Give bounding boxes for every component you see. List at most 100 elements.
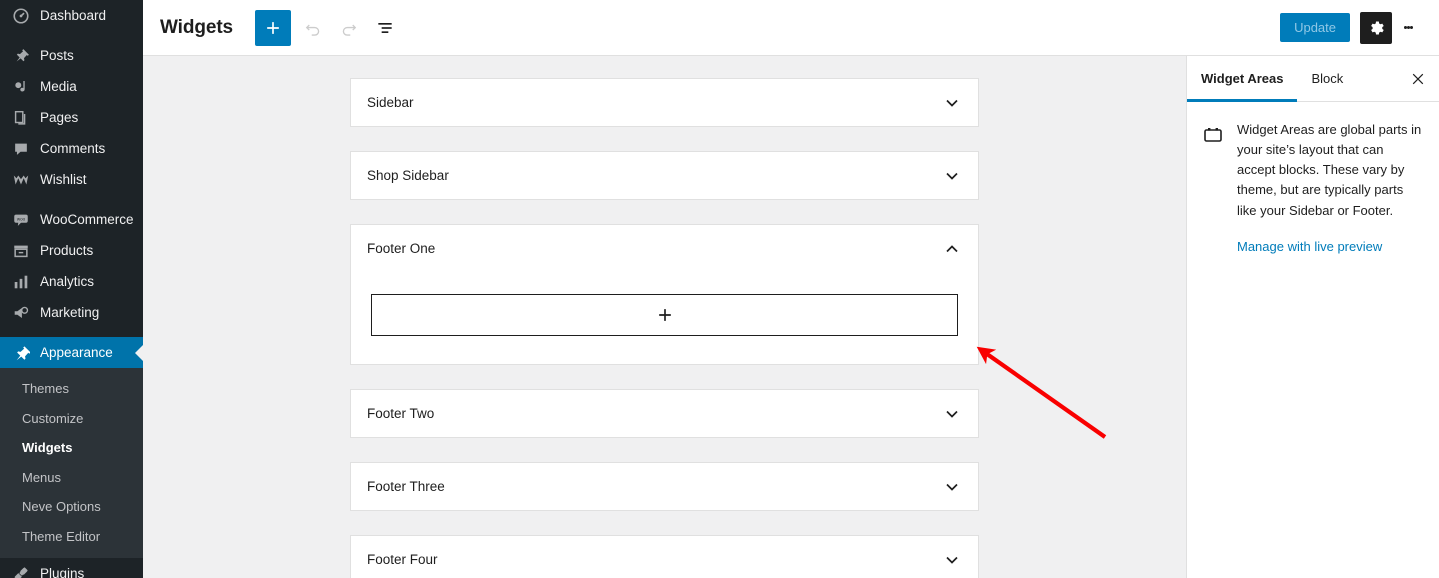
sidebar-item-wishlist[interactable]: Wishlist bbox=[0, 164, 143, 195]
widget-area-footer-four: Footer Four bbox=[350, 535, 979, 578]
close-icon[interactable] bbox=[1397, 56, 1439, 101]
widgets-canvas: Sidebar Shop Sidebar Footer One Footer Two F… bbox=[143, 56, 1186, 578]
sidebar-item-appearance[interactable]: Appearance bbox=[0, 337, 143, 368]
admin-sidebar: Dashboard Posts Media Pages Comments Wishlist… bbox=[0, 0, 143, 578]
appearance-submenu: Themes Customize Widgets Menus Neve Options T… bbox=[0, 368, 143, 559]
widget-area-toggle-footer-two[interactable]: Footer Two bbox=[351, 390, 978, 437]
sidebar-item-pages[interactable]: Pages bbox=[0, 102, 143, 133]
widgets-screen: Dashboard Posts Media Pages Comments Wishlist… bbox=[0, 0, 1439, 578]
editor-header: Widgets Update bbox=[143, 0, 1439, 56]
widget-area-footer-three: Footer Three bbox=[350, 462, 979, 511]
widget-area-list: Sidebar Shop Sidebar Footer One Footer Two F… bbox=[143, 56, 1186, 578]
widget-area-title: Footer One bbox=[367, 241, 436, 256]
submenu-item-themes[interactable]: Themes bbox=[0, 374, 143, 404]
widget-area-shop-sidebar: Shop Sidebar bbox=[350, 151, 979, 200]
widget-area-body bbox=[351, 272, 978, 364]
sidebar-item-products[interactable]: Products bbox=[0, 235, 143, 266]
inspector-panel: Widget Areas Block Widget Areas are glob… bbox=[1186, 56, 1439, 578]
submenu-item-theme-editor[interactable]: Theme Editor bbox=[0, 522, 143, 552]
sidebar-item-posts[interactable]: Posts bbox=[0, 40, 143, 71]
sidebar-item-woocommerce[interactable]: woo WooCommerce bbox=[0, 204, 143, 235]
submenu-item-neve-options[interactable]: Neve Options bbox=[0, 492, 143, 522]
current-menu-pointer bbox=[135, 344, 143, 361]
comments-icon bbox=[11, 139, 31, 159]
chevron-down-icon[interactable] bbox=[942, 404, 962, 424]
admin-menu-top: Dashboard Posts Media Pages Comments Wishlist… bbox=[0, 0, 143, 368]
sidebar-item-plugins[interactable]: Plugins bbox=[0, 558, 143, 578]
block-appender-button[interactable] bbox=[371, 294, 958, 336]
widget-area-toggle-footer-four[interactable]: Footer Four bbox=[351, 536, 978, 578]
inspector-help: Widget Areas are global parts in your si… bbox=[1187, 102, 1439, 256]
sidebar-item-label: Products bbox=[40, 242, 94, 258]
sidebar-item-analytics[interactable]: Analytics bbox=[0, 266, 143, 297]
update-button[interactable]: Update bbox=[1280, 13, 1350, 42]
undo-button[interactable] bbox=[295, 10, 331, 46]
settings-button[interactable] bbox=[1360, 11, 1392, 44]
sidebar-item-label: Dashboard bbox=[40, 7, 107, 23]
sidebar-item-label: Comments bbox=[40, 140, 106, 156]
submenu-list: Themes Customize Widgets Menus Neve Options T… bbox=[0, 368, 143, 559]
chevron-down-icon[interactable] bbox=[942, 477, 962, 497]
sidebar-item-label: Posts bbox=[40, 47, 74, 63]
widget-area-title: Footer Four bbox=[367, 552, 438, 567]
sidebar-item-comments[interactable]: Comments bbox=[0, 133, 143, 164]
sidebar-item-label: Marketing bbox=[40, 304, 100, 320]
pin-icon bbox=[11, 46, 31, 66]
sidebar-item-media[interactable]: Media bbox=[0, 71, 143, 102]
submenu-item-menus[interactable]: Menus bbox=[0, 463, 143, 493]
tab-widget-areas[interactable]: Widget Areas bbox=[1187, 56, 1298, 102]
widget-area-title: Footer Three bbox=[367, 479, 445, 494]
widget-area-toggle-footer-one[interactable]: Footer One bbox=[351, 225, 978, 272]
inspector-help-body: Widget Areas are global parts in your si… bbox=[1237, 120, 1423, 256]
dashboard-icon bbox=[11, 6, 31, 26]
submenu-item-widgets[interactable]: Widgets bbox=[0, 433, 143, 463]
inspector-description: Widget Areas are global parts in your si… bbox=[1237, 122, 1422, 218]
chevron-down-icon[interactable] bbox=[942, 93, 962, 113]
admin-menu-bottom: Plugins bbox=[0, 558, 143, 578]
sidebar-item-label: Analytics bbox=[40, 273, 95, 289]
widget-area-toggle-sidebar[interactable]: Sidebar bbox=[351, 79, 978, 126]
woocommerce-icon: woo bbox=[11, 210, 31, 230]
widget-area-title: Sidebar bbox=[367, 95, 414, 110]
page-title: Widgets bbox=[160, 16, 234, 38]
widget-area-sidebar: Sidebar bbox=[350, 78, 979, 127]
chevron-down-icon[interactable] bbox=[942, 550, 962, 570]
marketing-icon bbox=[11, 303, 31, 323]
add-block-toggle[interactable] bbox=[255, 9, 292, 46]
chevron-down-icon[interactable] bbox=[942, 166, 962, 186]
widget-area-icon bbox=[1201, 120, 1225, 256]
widget-area-title: Shop Sidebar bbox=[367, 168, 449, 183]
appearance-icon bbox=[11, 343, 31, 363]
editor-body: Sidebar Shop Sidebar Footer One Footer Two F… bbox=[143, 56, 1439, 578]
sidebar-item-label: Plugins bbox=[40, 566, 85, 578]
analytics-icon bbox=[11, 272, 31, 292]
dot bbox=[1409, 26, 1413, 29]
tab-widget-areas-label: Widget Areas bbox=[1201, 71, 1284, 86]
sidebar-item-label: Appearance bbox=[40, 344, 113, 360]
widget-area-footer-two: Footer Two bbox=[350, 389, 979, 438]
submenu-item-customize[interactable]: Customize bbox=[0, 404, 143, 434]
chevron-up-icon[interactable] bbox=[942, 239, 962, 259]
redo-button[interactable] bbox=[331, 10, 367, 46]
sidebar-item-label: Wishlist bbox=[40, 171, 87, 187]
svg-text:woo: woo bbox=[17, 216, 26, 221]
products-icon bbox=[11, 241, 31, 261]
plugins-icon bbox=[11, 564, 31, 578]
pages-icon bbox=[11, 108, 31, 128]
list-view-button[interactable] bbox=[367, 10, 403, 46]
sidebar-item-label: Pages bbox=[40, 109, 79, 125]
editor-main: Widgets Update Sidebar Shop Sidebar Foot… bbox=[143, 0, 1439, 578]
manage-live-preview-link[interactable]: Manage with live preview bbox=[1237, 239, 1382, 254]
tab-block[interactable]: Block bbox=[1297, 56, 1357, 101]
inspector-tabs: Widget Areas Block bbox=[1187, 56, 1439, 102]
more-options-button[interactable] bbox=[1392, 12, 1424, 44]
widget-area-toggle-footer-three[interactable]: Footer Three bbox=[351, 463, 978, 510]
widget-area-title: Footer Two bbox=[367, 406, 435, 421]
sidebar-item-dashboard[interactable]: Dashboard bbox=[0, 0, 143, 31]
header-actions: Update bbox=[1280, 11, 1439, 44]
widget-area-toggle-shop-sidebar[interactable]: Shop Sidebar bbox=[351, 152, 978, 199]
menu-separator bbox=[0, 31, 143, 40]
media-icon bbox=[11, 77, 31, 97]
sidebar-item-marketing[interactable]: Marketing bbox=[0, 297, 143, 328]
menu-separator bbox=[0, 328, 143, 337]
